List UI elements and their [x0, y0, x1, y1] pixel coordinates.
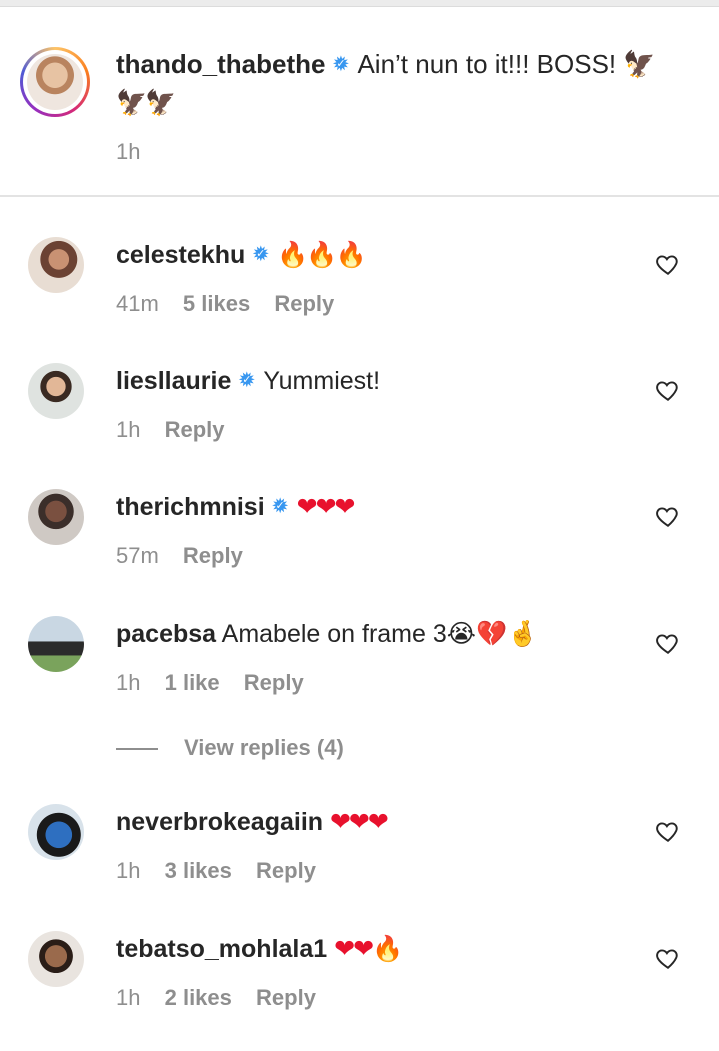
heart-outline-icon[interactable] — [655, 630, 681, 656]
caption-username[interactable]: thando_thabethe — [116, 49, 325, 79]
top-bar-edge — [0, 0, 719, 7]
avatar[interactable] — [28, 363, 84, 419]
comment-item: therichmnisi ✹ ✓ ❤❤❤ 57m Reply — [0, 489, 719, 609]
avatar[interactable] — [28, 616, 84, 672]
comment-text: 🔥🔥🔥 — [277, 240, 366, 269]
reply-button[interactable]: Reply — [256, 985, 316, 1010]
comment-username[interactable]: therichmnisi — [116, 493, 265, 521]
comment-item: liesllaurie ✹ ✓ Yummiest! 1h Reply — [0, 363, 719, 483]
heart-outline-icon[interactable] — [655, 818, 681, 844]
comment-username[interactable]: liesllaurie — [116, 367, 231, 395]
reply-button[interactable]: Reply — [274, 291, 334, 316]
comment-item: pacebsa Amabele on frame 3😭💔🤞 1h 1 like … — [0, 616, 719, 736]
comment-text: ❤❤🔥 — [334, 934, 403, 963]
comment-line: neverbrokeagaiin ❤❤❤ — [116, 804, 389, 840]
comment-meta: 1h 3 likes Reply — [116, 858, 334, 884]
verified-badge-icon: ✹ ✓ — [251, 243, 270, 266]
comment-text: ❤❤❤ — [329, 807, 389, 836]
view-replies-label: View replies (4) — [184, 735, 344, 760]
caption-text: thando_thabethe ✹ ✓ Ain’t nun to it!!! BOSS… — [116, 45, 676, 122]
verified-badge-icon: ✹ ✓ — [271, 495, 289, 518]
reply-button[interactable]: Reply — [183, 543, 243, 568]
comment-text: ❤❤❤ — [296, 492, 356, 521]
comment-likes[interactable]: 2 likes — [165, 985, 232, 1010]
comment-username[interactable]: celestekhu — [116, 241, 245, 269]
avatar[interactable] — [28, 489, 84, 545]
reply-button[interactable]: Reply — [165, 417, 225, 442]
comment-line: tebatso_mohlala1 ❤❤🔥 — [116, 931, 403, 967]
verified-badge-icon: ✹ ✓ — [238, 369, 256, 392]
view-replies-button[interactable]: View replies (4) — [116, 735, 344, 765]
comment-item: neverbrokeagaiin ❤❤❤ 1h 3 likes Reply — [0, 804, 719, 924]
caption-body: Ain’t nun to it!!! BOSS! 🦅 — [357, 49, 656, 79]
heart-outline-icon[interactable] — [655, 251, 681, 277]
avatar[interactable] — [28, 931, 84, 987]
comment-text: Yummiest! — [263, 367, 381, 395]
replies-dash — [116, 748, 158, 751]
comment-meta: 41m 5 likes Reply — [116, 291, 352, 317]
avatar[interactable] — [28, 237, 84, 293]
comment-item: tebatso_mohlala1 ❤❤🔥 1h 2 likes Reply — [0, 931, 719, 1051]
comment-likes[interactable]: 1 like — [165, 670, 220, 695]
comment-time: 1h — [116, 417, 141, 442]
comment-time: 1h — [116, 985, 141, 1010]
comment-text: Amabele on frame 3😭💔🤞 — [221, 620, 539, 648]
comment-line: liesllaurie ✹ ✓ Yummiest! — [116, 363, 380, 399]
heart-outline-icon[interactable] — [655, 377, 681, 403]
comment-meta: 1h Reply — [116, 417, 243, 443]
comment-likes[interactable]: 5 likes — [183, 291, 250, 316]
comment-line: celestekhu ✹ ✓ 🔥🔥🔥 — [116, 237, 367, 273]
comment-line: pacebsa Amabele on frame 3😭💔🤞 — [116, 616, 538, 652]
post-caption: thando_thabethe ✹ ✓ Ain’t nun to it!!! BOSS… — [0, 7, 719, 195]
caption-body-line2: 🦅🦅 — [116, 88, 176, 117]
comment-username[interactable]: tebatso_mohlala1 — [116, 935, 327, 963]
comment-line: therichmnisi ✹ ✓ ❤❤❤ — [116, 489, 356, 525]
comment-username[interactable]: neverbrokeagaiin — [116, 808, 323, 836]
comment-meta: 1h 1 like Reply — [116, 670, 322, 696]
caption-avatar[interactable] — [20, 47, 90, 117]
reply-button[interactable]: Reply — [244, 670, 304, 695]
heart-outline-icon[interactable] — [655, 945, 681, 971]
comment-item: celestekhu ✹ ✓ 🔥🔥🔥 41m 5 likes Reply — [0, 237, 719, 357]
comment-time: 41m — [116, 291, 159, 316]
comment-likes[interactable]: 3 likes — [165, 858, 232, 883]
comment-meta: 57m Reply — [116, 543, 261, 569]
comment-time: 57m — [116, 543, 159, 568]
comment-username[interactable]: pacebsa — [116, 620, 216, 648]
heart-outline-icon[interactable] — [655, 503, 681, 529]
comment-meta: 1h 2 likes Reply — [116, 985, 334, 1011]
comment-time: 1h — [116, 858, 141, 883]
comment-time: 1h — [116, 670, 141, 695]
caption-time: 1h — [116, 139, 141, 164]
verified-badge-icon: ✹ ✓ — [332, 53, 350, 76]
reply-button[interactable]: Reply — [256, 858, 316, 883]
avatar[interactable] — [28, 804, 84, 860]
caption-divider — [0, 195, 719, 197]
